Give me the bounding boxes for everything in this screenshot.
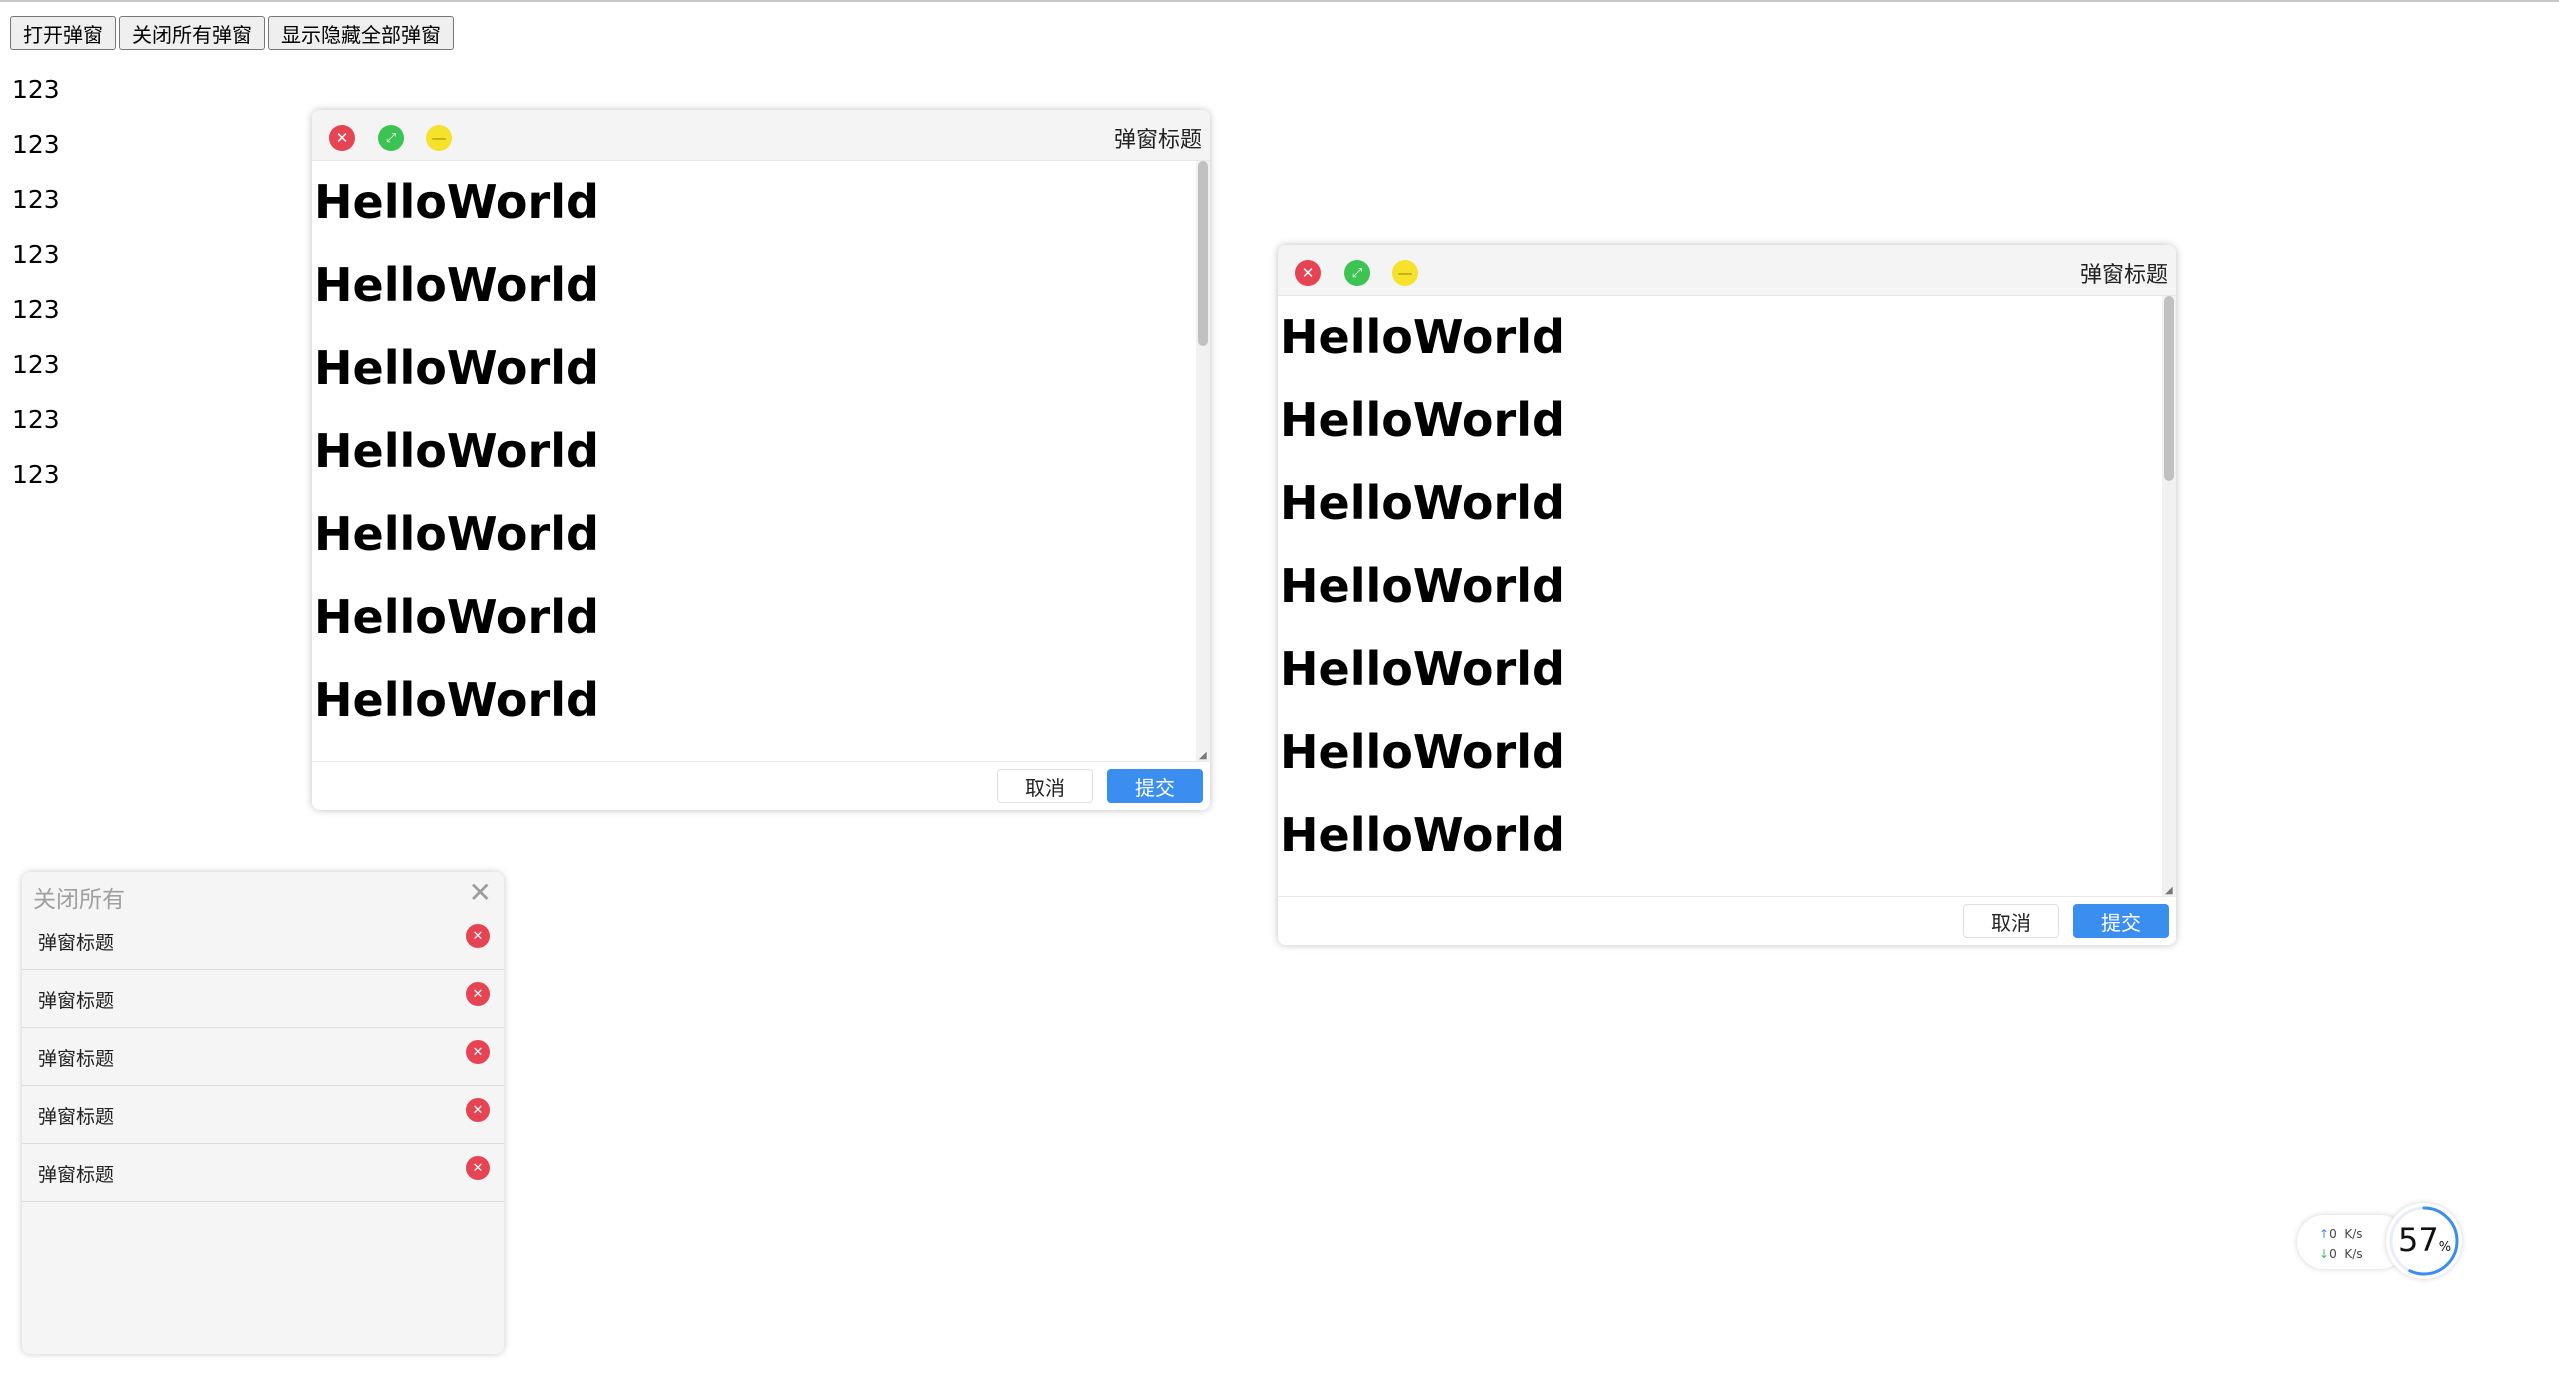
modal-titlebar[interactable]: ✕ ⤢ — 弹窗标题 <box>1278 245 2176 296</box>
modal-footer: 取消 提交 <box>1278 896 2176 945</box>
number-item: 123 <box>12 295 60 324</box>
download-speed: ↓0 K/s <box>2319 1247 2363 1261</box>
upload-arrow-icon: ↑ <box>2319 1227 2330 1241</box>
modal-manager-panel: 关闭所有 ✕ 弹窗标题 ✕ 弹窗标题 ✕ 弹窗标题 ✕ 弹窗标题 ✕ 弹窗标题 … <box>22 872 504 1354</box>
minus-icon[interactable]: — <box>426 125 452 151</box>
open-modal-button[interactable]: 打开弹窗 <box>10 16 116 50</box>
top-border <box>0 0 2559 2</box>
download-value: 0 <box>2329 1247 2337 1261</box>
network-widget[interactable]: ↑0 K/s ↓0 K/s 57% <box>2297 1203 2465 1279</box>
cancel-button[interactable]: 取消 <box>997 769 1093 803</box>
resize-handle-icon[interactable]: ◢ <box>2165 886 2175 896</box>
manager-list-item[interactable]: 弹窗标题 ✕ <box>22 912 504 970</box>
upload-unit: K/s <box>2344 1227 2363 1241</box>
scrollbar-thumb[interactable] <box>1198 161 1208 346</box>
upload-speed: ↑0 K/s <box>2319 1227 2363 1241</box>
cancel-button[interactable]: 取消 <box>1963 904 2059 938</box>
percent-sign: % <box>2438 1240 2452 1255</box>
content-heading: HelloWorld <box>314 175 599 229</box>
manager-item-label: 弹窗标题 <box>38 1048 115 1070</box>
manager-item-label: 弹窗标题 <box>38 932 115 954</box>
close-all-label[interactable]: 关闭所有 <box>33 880 125 914</box>
close-icon[interactable]: ✕ <box>469 876 492 909</box>
manager-item-label: 弹窗标题 <box>38 990 115 1012</box>
number-item: 123 <box>12 185 60 214</box>
cpu-usage-gauge: 57% <box>2386 1203 2462 1279</box>
minus-icon[interactable]: — <box>1392 260 1418 286</box>
scrollbar[interactable] <box>2162 296 2176 896</box>
upload-value: 0 <box>2329 1227 2337 1241</box>
close-icon[interactable]: ✕ <box>466 924 490 948</box>
submit-button[interactable]: 提交 <box>2073 904 2169 938</box>
manager-list-item[interactable]: 弹窗标题 ✕ <box>22 1028 504 1086</box>
manager-header: 关闭所有 ✕ <box>22 872 504 914</box>
content-heading: HelloWorld <box>314 341 599 395</box>
number-item: 123 <box>12 240 60 269</box>
close-icon[interactable]: ✕ <box>466 1040 490 1064</box>
number-list: 123 123 123 123 123 123 123 123 <box>12 70 60 510</box>
cpu-percent-value: 57 <box>2398 1221 2439 1259</box>
number-item: 123 <box>12 350 60 379</box>
toolbar: 打开弹窗 关闭所有弹窗 显示隐藏全部弹窗 <box>10 16 454 50</box>
content-heading: HelloWorld <box>1280 310 1565 364</box>
close-all-modals-button[interactable]: 关闭所有弹窗 <box>119 16 265 50</box>
download-unit: K/s <box>2344 1247 2363 1261</box>
content-heading: HelloWorld <box>1280 642 1565 696</box>
manager-item-label: 弹窗标题 <box>38 1164 115 1186</box>
manager-item-label: 弹窗标题 <box>38 1106 115 1128</box>
close-icon[interactable]: ✕ <box>466 982 490 1006</box>
download-arrow-icon: ↓ <box>2319 1247 2330 1261</box>
manager-list-item[interactable]: 弹窗标题 ✕ <box>22 1144 504 1202</box>
modal-title: 弹窗标题 <box>2079 263 2168 288</box>
number-item: 123 <box>12 460 60 489</box>
number-item: 123 <box>12 130 60 159</box>
manager-list-item[interactable]: 弹窗标题 ✕ <box>22 1086 504 1144</box>
content-heading: HelloWorld <box>314 507 599 561</box>
content-heading: HelloWorld <box>1280 559 1565 613</box>
modal-titlebar[interactable]: ✕ ⤢ — 弹窗标题 <box>312 110 1210 161</box>
modal-title: 弹窗标题 <box>1113 128 1202 153</box>
scrollbar[interactable] <box>1196 161 1210 761</box>
number-item: 123 <box>12 75 60 104</box>
close-icon[interactable]: ✕ <box>329 125 355 151</box>
number-item: 123 <box>12 405 60 434</box>
modal-body: HelloWorld HelloWorld HelloWorld HelloWo… <box>312 161 1196 761</box>
content-heading: HelloWorld <box>1280 393 1565 447</box>
scrollbar-thumb[interactable] <box>2164 296 2174 481</box>
expand-icon[interactable]: ⤢ <box>378 125 404 151</box>
close-icon[interactable]: ✕ <box>1295 260 1321 286</box>
close-icon[interactable]: ✕ <box>466 1156 490 1180</box>
modal-window-1: ✕ ⤢ — 弹窗标题 HelloWorld HelloWorld HelloWo… <box>312 110 1210 810</box>
modal-footer: 取消 提交 <box>312 761 1210 810</box>
modal-body: HelloWorld HelloWorld HelloWorld HelloWo… <box>1278 296 2162 896</box>
submit-button[interactable]: 提交 <box>1107 769 1203 803</box>
content-heading: HelloWorld <box>314 590 599 644</box>
content-heading: HelloWorld <box>314 673 599 727</box>
content-heading: HelloWorld <box>314 424 599 478</box>
close-icon[interactable]: ✕ <box>466 1098 490 1122</box>
manager-list-item[interactable]: 弹窗标题 ✕ <box>22 970 504 1028</box>
content-heading: HelloWorld <box>1280 725 1565 779</box>
cpu-percent: 57% <box>2398 1221 2451 1259</box>
toggle-all-modals-button[interactable]: 显示隐藏全部弹窗 <box>268 16 454 50</box>
content-heading: HelloWorld <box>1280 808 1565 862</box>
resize-handle-icon[interactable]: ◢ <box>1199 751 1209 761</box>
content-heading: HelloWorld <box>314 258 599 312</box>
content-heading: HelloWorld <box>1280 476 1565 530</box>
expand-icon[interactable]: ⤢ <box>1344 260 1370 286</box>
modal-window-2: ✕ ⤢ — 弹窗标题 HelloWorld HelloWorld HelloWo… <box>1278 245 2176 945</box>
